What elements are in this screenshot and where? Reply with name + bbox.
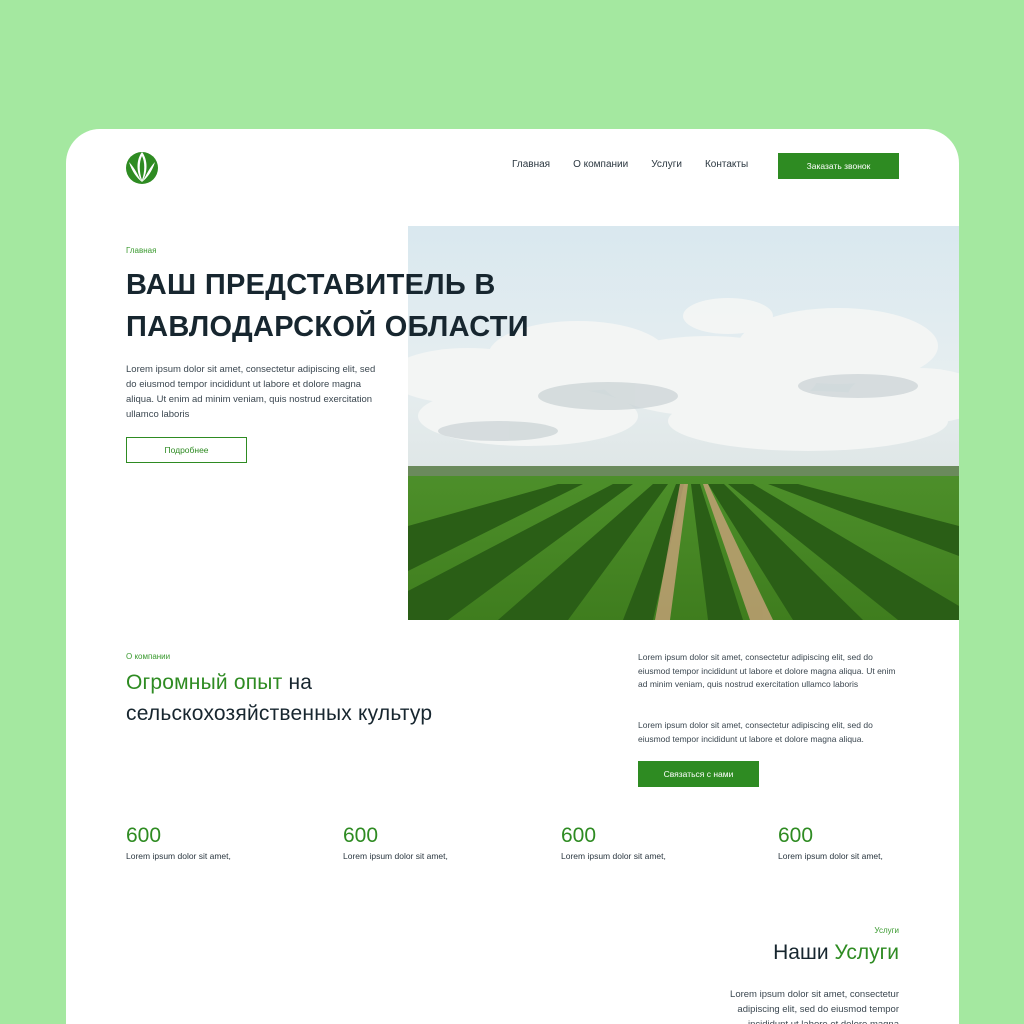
- about-paragraph-2: Lorem ipsum dolor sit amet, consectetur …: [638, 720, 873, 744]
- services-description: Lorem ipsum dolor sit amet, consectetur …: [730, 989, 899, 1024]
- stat-label: Lorem ipsum dolor sit amet,: [561, 851, 666, 861]
- nav-item-contacts[interactable]: Контакты: [705, 159, 748, 170]
- stat-label: Lorem ipsum dolor sit amet,: [126, 851, 231, 861]
- nav-item-home[interactable]: Главная: [512, 159, 550, 170]
- stat-label: Lorem ipsum dolor sit amet,: [343, 851, 448, 861]
- hero-title-line2: ПАВЛОДАРСКОЙ ОБЛАСТИ: [126, 311, 529, 343]
- hero-description: Lorem ipsum dolor sit amet, consectetur …: [126, 364, 376, 420]
- stat-value: 600: [343, 824, 379, 847]
- services-title-highlight: Услуги: [834, 941, 899, 964]
- stat-item: 600 Lorem ipsum dolor sit amet,: [343, 824, 448, 861]
- about-title-line2: сельскохозяйственных культур: [126, 702, 433, 725]
- about-label: О компании: [126, 652, 171, 661]
- about-title-highlight: Огромный опыт: [126, 671, 283, 694]
- stat-item: 600 Lorem ipsum dolor sit amet,: [561, 824, 666, 861]
- leaf-logo-icon[interactable]: [126, 148, 158, 184]
- nav-item-services[interactable]: Услуги: [651, 159, 682, 170]
- services-label: Услуги: [874, 926, 899, 935]
- hero-title-line1: ВАШ ПРЕДСТАВИТЕЛЬ В: [126, 269, 496, 301]
- services-title-dark: Наши: [773, 941, 835, 964]
- stat-value: 600: [561, 824, 597, 847]
- stat-label: Lorem ipsum dolor sit amet,: [778, 851, 883, 861]
- stat-value: 600: [126, 824, 162, 847]
- about-title: Огромный опыт на сельскохозяйственных ку…: [126, 667, 432, 729]
- about-title-rest: на: [282, 671, 313, 694]
- stat-item: 600 Lorem ipsum dolor sit amet,: [778, 824, 883, 861]
- main-nav: Главная О компании Услуги Контакты: [512, 159, 748, 170]
- breadcrumb[interactable]: Главная: [126, 246, 156, 255]
- stat-value: 600: [778, 824, 814, 847]
- contact-us-button[interactable]: Связаться с нами: [638, 761, 759, 787]
- hero-title: ВАШ ПРЕДСТАВИТЕЛЬ В ПАВЛОДАРСКОЙ ОБЛАСТИ: [126, 264, 596, 348]
- about-paragraph-1: Lorem ipsum dolor sit amet, consectetur …: [638, 652, 896, 689]
- page-card: Главная О компании Услуги Контакты Заказ…: [66, 129, 959, 1024]
- nav-item-about[interactable]: О компании: [573, 159, 628, 170]
- more-button[interactable]: Подробнее: [126, 437, 247, 463]
- order-call-button[interactable]: Заказать звонок: [778, 153, 899, 179]
- stat-item: 600 Lorem ipsum dolor sit amet,: [126, 824, 231, 861]
- services-title: Наши Услуги: [773, 941, 899, 965]
